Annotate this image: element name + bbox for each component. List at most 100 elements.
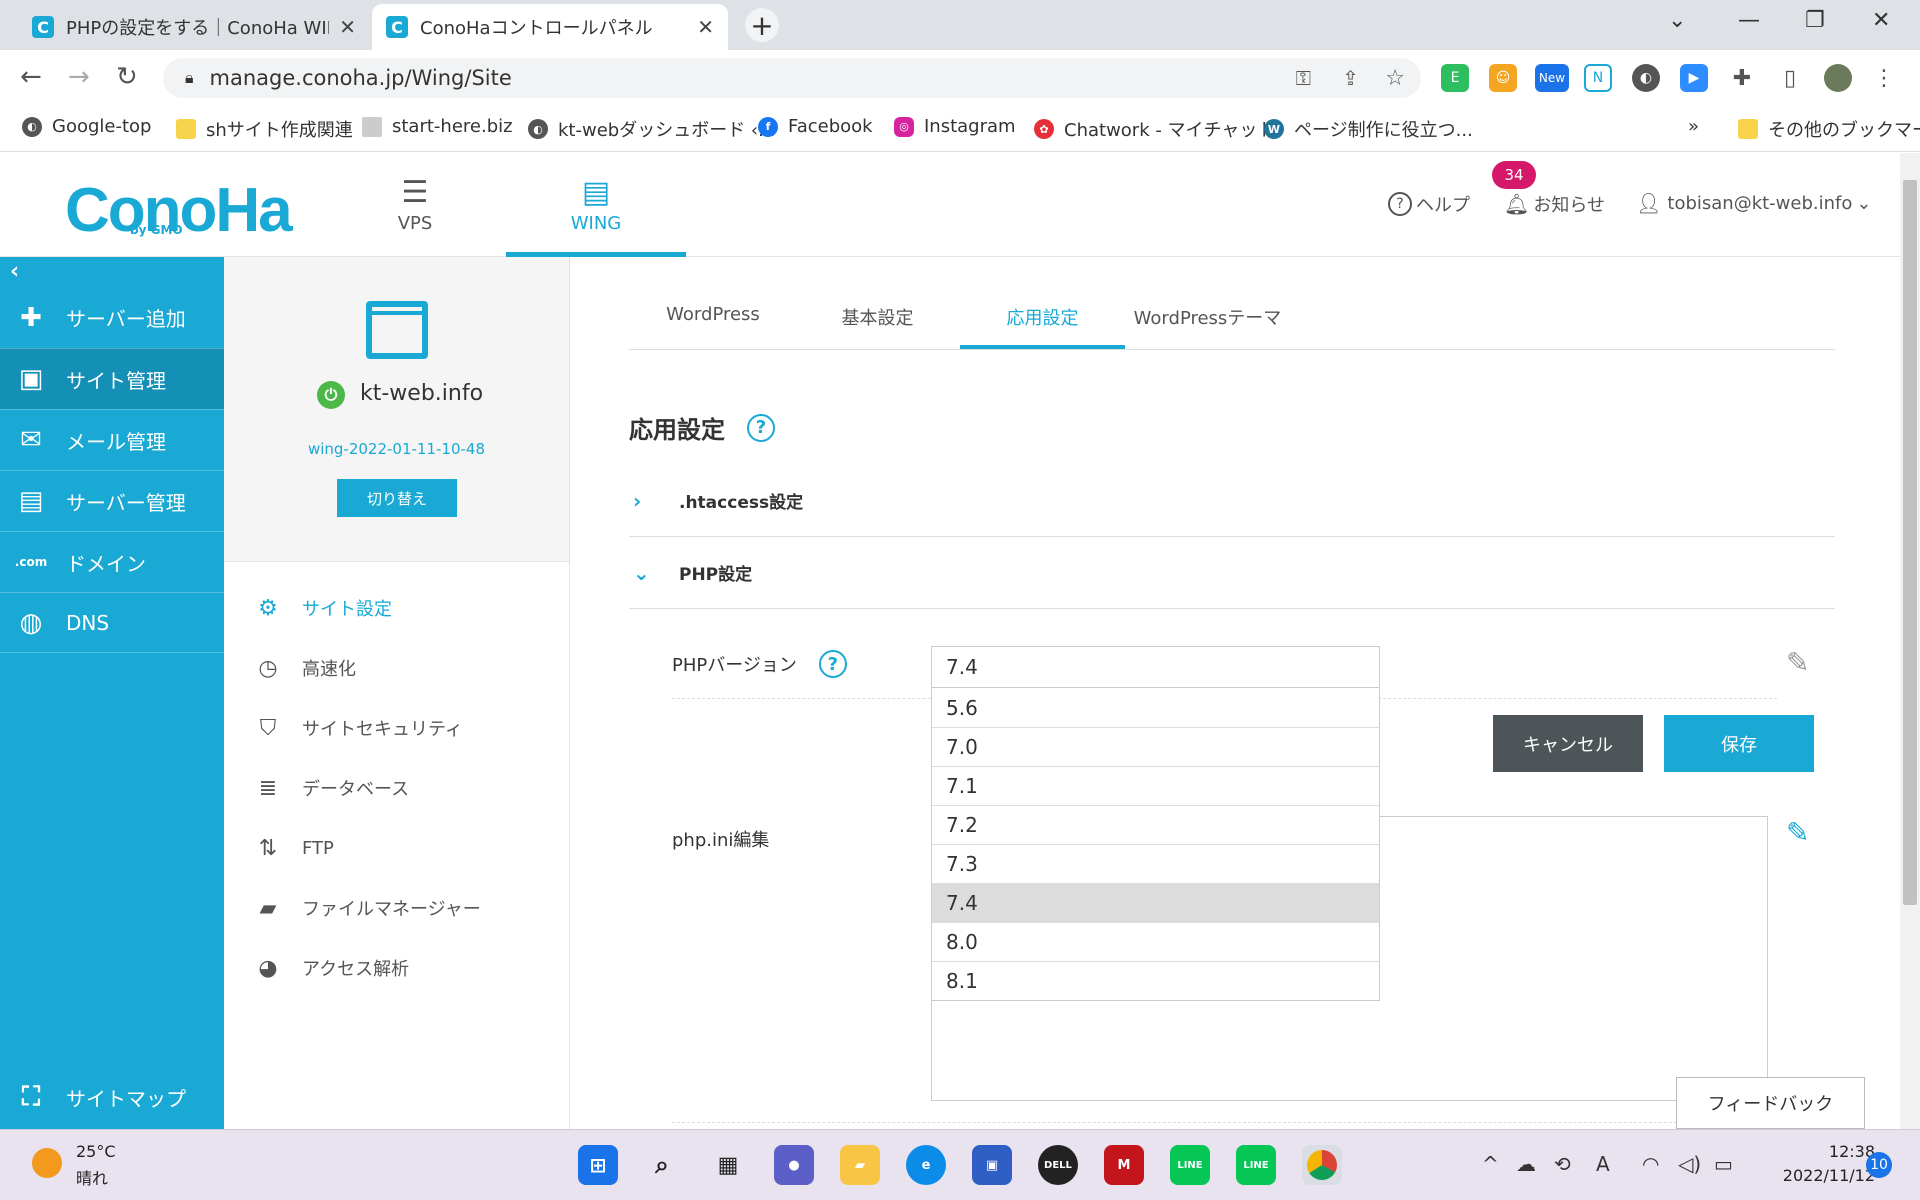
wifi-icon[interactable]: ◠ [1642,1152,1659,1176]
tray-expand-icon[interactable]: ^ [1482,1152,1499,1176]
side-panel-icon[interactable]: ▯ [1776,64,1804,92]
dropdown-option[interactable]: 5.6 [932,688,1379,727]
pencil-icon[interactable]: ✎ [1786,816,1809,849]
zoom-icon[interactable]: ▶ [1680,64,1708,92]
dropdown-option[interactable]: 7.0 [932,727,1379,766]
monkey-extension-icon[interactable]: ☺ [1489,64,1517,92]
sidebar-item-domain[interactable]: .com ドメイン [0,531,224,592]
user-menu[interactable]: 👤︎ tobisan@kt-web.info ⌄ [1636,191,1871,215]
tab-basic-settings[interactable]: 基本設定 [795,290,960,350]
chrome-icon[interactable] [1302,1145,1342,1185]
dropdown-option[interactable]: 7.3 [932,844,1379,883]
bookmark-item[interactable]: W ページ制作に役立つ... [1264,116,1473,142]
subnav-speedup[interactable]: ◷ 高速化 [254,654,356,682]
bookmark-item[interactable]: f Facebook [758,116,873,137]
sidebar-item-dns[interactable]: ◍ DNS [0,592,224,653]
dropdown-option[interactable]: 7.1 [932,766,1379,805]
browser-tab[interactable]: C PHPの設定をする｜ConoHa WING ✕ [18,4,370,50]
dropdown-option-selected[interactable]: 7.4 [932,883,1379,922]
bookmark-folder[interactable]: shサイト作成関連 [176,116,353,142]
new-tab-button[interactable]: + [745,8,779,42]
back-icon[interactable]: ← [20,62,42,92]
reload-icon[interactable]: ↻ [116,62,138,92]
minimize-icon[interactable]: — [1738,8,1760,33]
sidebar-item-mail[interactable]: ✉ メール管理 [0,409,224,470]
bookmark-item[interactable]: ◎ Instagram [894,116,1016,137]
tab-wordpress-theme[interactable]: WordPressテーマ [1125,290,1290,350]
bookmarks-more-icon[interactable]: » [1688,116,1699,137]
bookmark-item[interactable]: ✿ Chatwork - マイチャット [1034,116,1275,142]
share-icon[interactable]: ⇪ [1342,66,1359,90]
battery-icon[interactable]: ▭ [1714,1152,1733,1176]
accordion-php[interactable]: ⌄ PHP設定 [629,537,1835,609]
volume-icon[interactable]: ◁) [1678,1152,1701,1176]
php-version-select[interactable]: 7.4 [931,646,1380,688]
browser-menu-icon[interactable]: ⋮ [1870,64,1898,92]
task-view-icon[interactable]: ▦ [708,1145,748,1185]
teams-chat-icon[interactable]: ● [774,1145,814,1185]
sidebar-item-server-manage[interactable]: ▤ サーバー管理 [0,470,224,531]
notice-link[interactable]: 🔔︎ お知らせ [1504,191,1605,217]
sidebar-item-site-manage[interactable]: ▣ サイト管理 [0,348,224,409]
globe-extension-icon[interactable]: ◐ [1632,64,1660,92]
subnav-ftp[interactable]: ⇅ FTP [254,834,334,862]
file-explorer-icon[interactable]: ▰ [840,1145,880,1185]
restore-icon[interactable]: ❐ [1805,8,1825,33]
nav-wing[interactable]: ▤ WING [506,173,686,257]
forward-icon[interactable]: → [68,62,90,92]
dropdown-option[interactable]: 7.2 [932,805,1379,844]
n-extension-icon[interactable]: N [1584,64,1612,92]
collapse-sidebar-icon[interactable]: ‹ [10,259,19,284]
sidebar-item-sitemap[interactable]: ⛶ サイトマップ [0,1067,224,1128]
dropdown-option[interactable]: 8.1 [932,961,1379,1000]
subnav-file-manager[interactable]: ▰ ファイルマネージャー [254,894,481,922]
clock-date[interactable]: 2022/11/12 [1765,1166,1875,1185]
close-window-icon[interactable]: ✕ [1872,8,1890,33]
cancel-button[interactable]: キャンセル [1493,715,1643,772]
new-extension-icon[interactable]: New [1535,64,1569,92]
sync-icon[interactable]: ⟲ [1554,1152,1571,1176]
help-icon[interactable]: ? [818,650,847,678]
subnav-access-analysis[interactable]: ◕ アクセス解析 [254,954,409,982]
bookmark-item[interactable]: start-here.biz [362,116,513,137]
dell-icon[interactable]: DELL [1038,1145,1078,1185]
bookmark-item[interactable]: ◐ Google-top [22,116,151,137]
address-bar[interactable]: 🔒︎ manage.conoha.jp/Wing/Site ⚿ ⇪ ☆ [163,58,1421,98]
sun-icon[interactable] [32,1148,62,1178]
help-link[interactable]: ? ヘルプ [1388,191,1470,217]
tab-wordpress[interactable]: WordPress [629,290,797,350]
profile-avatar[interactable] [1824,64,1852,92]
line-app-icon[interactable]: LINE [1170,1145,1210,1185]
switch-site-button[interactable]: 切り替え [337,479,457,517]
accordion-htaccess[interactable]: › .htaccess設定 [629,465,1835,537]
store-icon[interactable]: ▣ [972,1145,1012,1185]
ime-icon[interactable]: A [1596,1152,1610,1176]
line-icon[interactable]: LINE [1236,1145,1276,1185]
extensions-puzzle-icon[interactable]: ✚ [1728,64,1756,92]
browser-tab-active[interactable]: C ConoHaコントロールパネル ✕ [372,4,728,50]
edge-icon[interactable]: e [906,1145,946,1185]
sidebar-item-add-server[interactable]: ✚ サーバー追加 [0,287,224,348]
subnav-site-settings[interactable]: ⚙ サイト設定 [254,594,392,622]
dropdown-option[interactable]: 8.0 [932,922,1379,961]
help-icon[interactable]: ? [747,413,775,442]
subnav-security[interactable]: ⛉ サイトセキュリティ [254,714,463,742]
save-button[interactable]: 保存 [1664,715,1814,772]
search-icon[interactable]: ⌕ [642,1145,682,1185]
bookmark-item[interactable]: ◐ kt-webダッシュボード ‹... [528,116,775,142]
tab-advanced-settings[interactable]: 応用設定 [960,290,1125,350]
tab-search-icon[interactable]: ⌄ [1668,8,1686,33]
bookmark-star-icon[interactable]: ☆ [1385,66,1405,91]
onedrive-icon[interactable]: ☁ [1516,1152,1536,1176]
close-tab-icon[interactable]: ✕ [697,15,714,39]
nav-vps[interactable]: ☰ VPS [325,173,505,257]
scrollbar-thumb[interactable] [1903,180,1917,905]
close-tab-icon[interactable]: ✕ [339,15,356,39]
subnav-database[interactable]: ≣ データベース [254,774,409,802]
pencil-icon[interactable]: ✎ [1786,646,1809,679]
key-icon[interactable]: ⚿ [1296,66,1311,90]
clock-time[interactable]: 12:38 [1815,1142,1875,1161]
windows-start-icon[interactable]: ⊞ [578,1145,618,1185]
notification-badge[interactable]: 10 [1866,1152,1892,1178]
mcafee-icon[interactable]: M [1104,1145,1144,1185]
